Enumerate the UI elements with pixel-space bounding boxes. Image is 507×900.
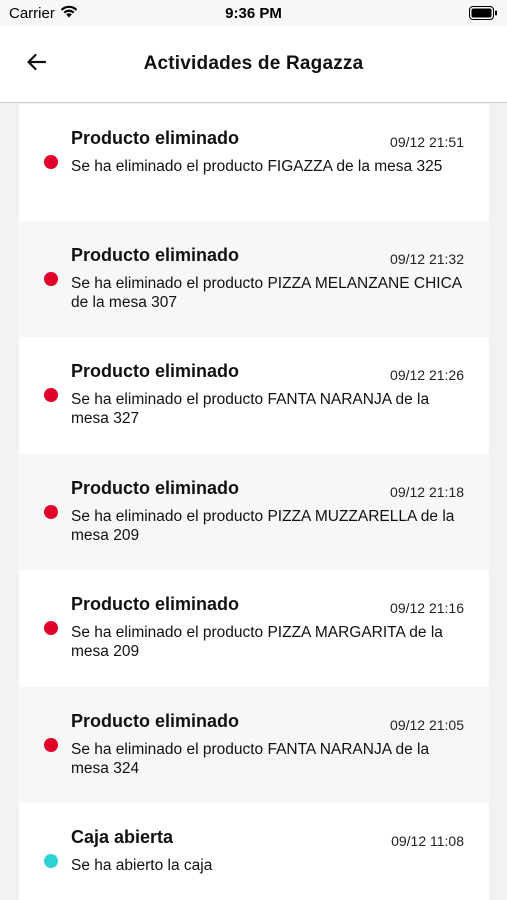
activity-description: Se ha eliminado el producto FIGAZZA de l… bbox=[71, 158, 443, 175]
activity-time: 09/12 21:05 bbox=[390, 716, 464, 733]
status-dot bbox=[44, 155, 58, 169]
status-dot bbox=[44, 271, 58, 286]
list-item[interactable]: Producto eliminado 09/12 21:51 Se ha eli… bbox=[19, 104, 489, 221]
activity-time: 09/12 21:16 bbox=[390, 600, 464, 616]
activity-description: Se ha eliminado el producto FANTA NARANJ… bbox=[71, 391, 430, 427]
activity-title: Producto eliminado bbox=[71, 477, 240, 498]
activity-description: Se ha eliminado el producto PIZZA MELANZ… bbox=[71, 274, 462, 311]
activity-time: 09/12 21:26 bbox=[390, 367, 464, 383]
list-item[interactable]: Producto eliminado 09/12 21:18 Se ha eli… bbox=[19, 453, 489, 570]
list-item[interactable]: Producto eliminado 09/12 21:16 Se ha eli… bbox=[19, 570, 489, 687]
activity-list[interactable]: Producto eliminado 09/12 21:51 Se ha eli… bbox=[19, 104, 489, 900]
status-dot bbox=[44, 621, 58, 635]
activity-time: 09/12 11:08 bbox=[391, 833, 464, 849]
status-bar: Carrier 9:36 PM bbox=[0, 0, 507, 26]
activity-title: Producto eliminado bbox=[71, 244, 240, 265]
activity-description: Se ha eliminado el producto PIZZA MUZZAR… bbox=[71, 507, 455, 544]
activity-description: Se ha eliminado el producto PIZZA MARGAR… bbox=[71, 624, 443, 660]
activity-description: Se ha abierto la caja bbox=[71, 857, 213, 874]
list-item[interactable]: Producto eliminado 09/12 21:05 Se ha eli… bbox=[19, 686, 489, 803]
navigation-bar: Actividades de Ragazza bbox=[0, 26, 507, 103]
activity-title: Producto eliminado bbox=[71, 594, 240, 614]
status-dot bbox=[44, 504, 58, 519]
page-title: Actividades de Ragazza bbox=[143, 53, 364, 74]
activity-title: Producto eliminado bbox=[71, 361, 240, 381]
activity-time: 09/12 21:32 bbox=[390, 250, 464, 267]
status-dot bbox=[44, 388, 58, 402]
status-time: 9:36 PM bbox=[225, 5, 282, 22]
activity-title: Caja abierta bbox=[71, 827, 174, 847]
battery-icon bbox=[469, 6, 498, 24]
activity-time: 09/12 21:18 bbox=[390, 483, 464, 500]
list-item[interactable]: Producto eliminado 09/12 21:32 Se ha eli… bbox=[19, 220, 489, 337]
activity-time: 09/12 21:51 bbox=[390, 134, 464, 150]
activity-title: Producto eliminado bbox=[71, 710, 240, 731]
list-item[interactable]: Caja abierta 09/12 11:08 Se ha abierto l… bbox=[19, 803, 489, 900]
activity-description: Se ha eliminado el producto FANTA NARANJ… bbox=[71, 740, 430, 777]
status-dot bbox=[44, 854, 58, 868]
activity-title: Producto eliminado bbox=[71, 128, 240, 148]
status-dot bbox=[44, 737, 58, 752]
list-item[interactable]: Producto eliminado 09/12 21:26 Se ha eli… bbox=[19, 337, 489, 454]
